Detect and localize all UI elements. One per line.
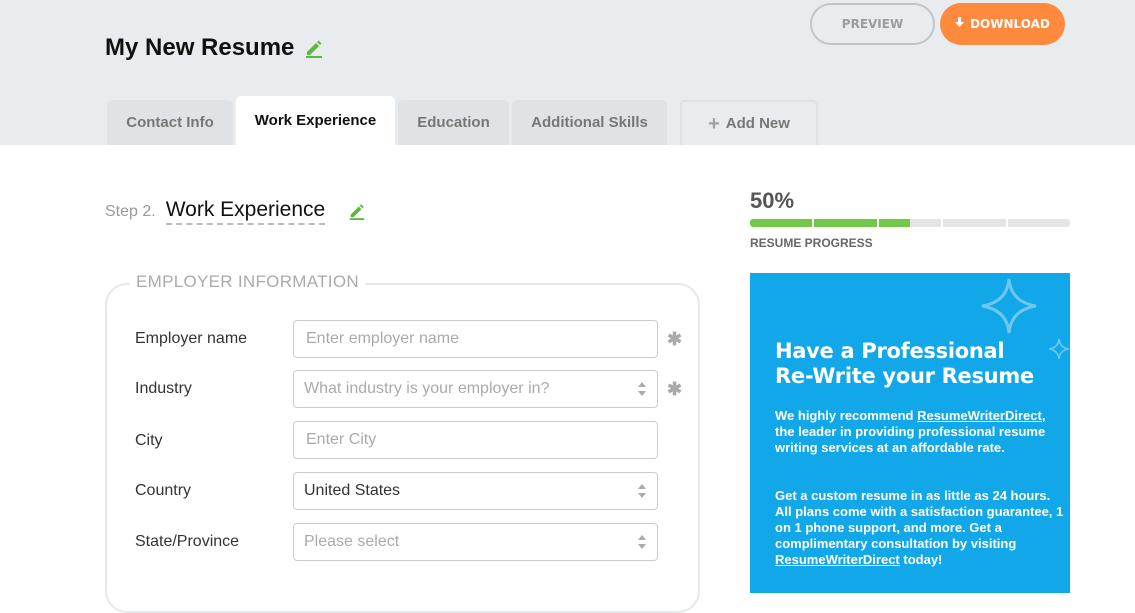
large-sparkle-icon [981, 278, 1037, 334]
promo-banner: Have a Professional Re-Write your Resume… [750, 273, 1070, 593]
promo-title: Have a Professional Re-Write your Resume [775, 339, 1034, 389]
progress-segment [750, 219, 813, 227]
city-input[interactable]: Enter City [293, 421, 658, 459]
select-arrows-icon [637, 483, 647, 499]
tab-additional-skills[interactable]: Additional Skills [512, 100, 667, 145]
promo-text: We highly recommend [775, 408, 918, 423]
progress-segment [878, 219, 942, 227]
select-arrows-icon [637, 381, 647, 397]
promo-title-line2: Re-Write your Resume [775, 364, 1034, 388]
country-select-value: United States [304, 482, 401, 499]
tab-education[interactable]: Education [398, 100, 509, 145]
promo-paragraph-2: Get a custom resume in as little as 24 h… [775, 488, 1065, 568]
employer-name-label: Employer name [135, 330, 248, 347]
step-title[interactable]: Work Experience [165, 198, 326, 225]
edit-step-pencil-icon[interactable] [348, 202, 366, 220]
state-select-placeholder: Please select [304, 533, 400, 550]
promo-text: today! [899, 552, 943, 567]
state-province-label: State/Province [135, 533, 240, 550]
employer-name-input[interactable]: Enter employer name [293, 320, 658, 358]
preview-button[interactable]: PREVIEW [810, 3, 935, 45]
industry-label: Industry [135, 380, 192, 397]
fieldset-legend: EMPLOYER INFORMATION [130, 272, 365, 292]
required-asterisk-icon: ✱ [667, 379, 683, 399]
country-label: Country [135, 482, 192, 499]
city-label: City [135, 432, 163, 449]
step-number: Step 2. [105, 203, 156, 220]
download-arrow-icon [955, 17, 965, 31]
promo-paragraph-1: We highly recommend ResumeWriterDirect, … [775, 408, 1065, 456]
progress-percent: 50% [750, 188, 795, 213]
promo-text: Get a custom resume in as little as 24 h… [775, 488, 1064, 551]
add-new-tab-button[interactable]: + Add New [680, 100, 818, 145]
download-label: DOWNLOAD [970, 17, 1050, 31]
tab-contact-info[interactable]: Contact Info [107, 100, 233, 145]
progress-segment [943, 219, 1006, 227]
add-new-label: Add New [725, 115, 790, 132]
step-heading: Step 2. Work Experience [105, 198, 326, 225]
resume-progress-bar [750, 219, 1071, 227]
required-asterisk-icon: ✱ [667, 329, 683, 349]
resumewriterdirect-link[interactable]: ResumeWriterDirect [775, 552, 900, 567]
resumewriterdirect-link[interactable]: ResumeWriterDirect [917, 408, 1042, 423]
select-arrows-icon [637, 534, 647, 550]
industry-select[interactable]: What industry is your employer in? [293, 370, 658, 408]
download-button[interactable]: DOWNLOAD [940, 3, 1065, 45]
progress-label: RESUME PROGRESS [750, 236, 873, 250]
country-select[interactable]: United States [293, 472, 658, 510]
promo-title-line1: Have a Professional [775, 339, 1005, 363]
tab-work-experience[interactable]: Work Experience [236, 96, 395, 145]
state-province-select[interactable]: Please select [293, 523, 658, 561]
edit-title-pencil-icon[interactable] [304, 38, 324, 58]
progress-segment [1007, 219, 1071, 227]
plus-icon: + [708, 112, 720, 135]
resume-title: My New Resume [105, 34, 295, 61]
small-sparkle-icon [1048, 338, 1070, 360]
progress-segment [814, 219, 877, 227]
industry-select-placeholder: What industry is your employer in? [304, 380, 550, 397]
